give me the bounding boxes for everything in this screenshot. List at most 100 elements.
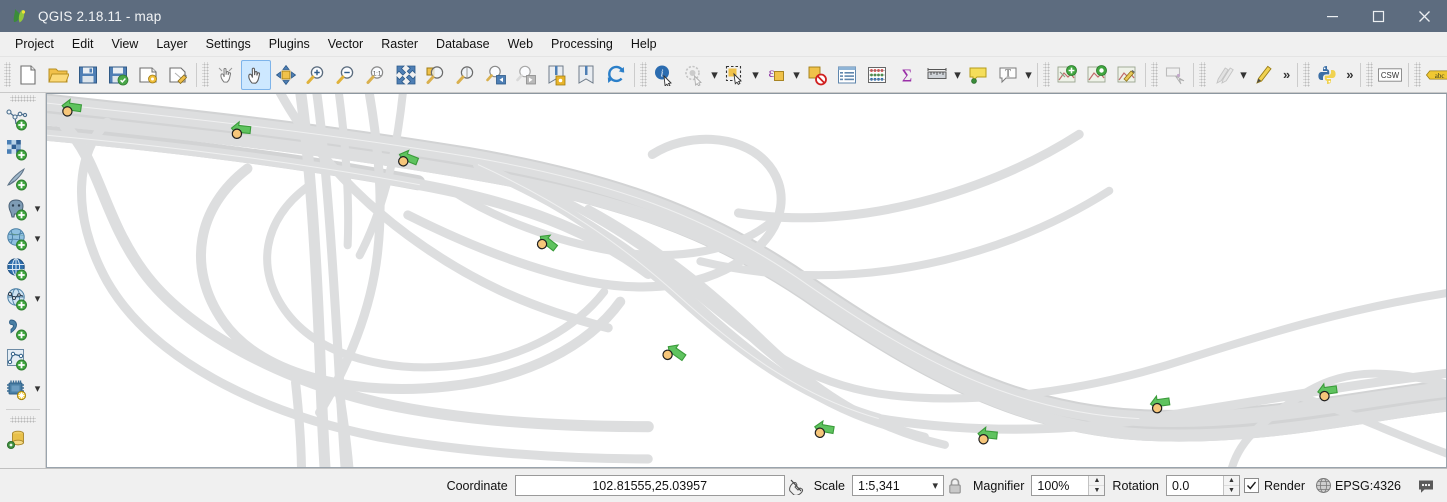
magnifier-stepper[interactable]: ▲ ▼ bbox=[1088, 476, 1105, 495]
menu-raster[interactable]: Raster bbox=[372, 34, 427, 54]
add-spatialite-layer-icon[interactable] bbox=[2, 224, 32, 254]
zoom-to-selection-icon[interactable] bbox=[421, 60, 451, 90]
open-project-icon[interactable] bbox=[43, 60, 73, 90]
message-log-icon[interactable] bbox=[1415, 475, 1437, 497]
new-bookmark-icon[interactable] bbox=[541, 60, 571, 90]
coordinate-extent-toggle-icon[interactable] bbox=[785, 475, 807, 497]
abc-label-icon[interactable]: abc bbox=[1423, 60, 1447, 90]
current-edits-icon[interactable] bbox=[1082, 60, 1112, 90]
composer-manager-icon[interactable] bbox=[163, 60, 193, 90]
menu-database[interactable]: Database bbox=[427, 34, 499, 54]
toggle-editing-icon[interactable] bbox=[1249, 60, 1279, 90]
menu-settings[interactable]: Settings bbox=[197, 34, 260, 54]
add-mesh-layer-icon[interactable] bbox=[2, 374, 32, 404]
add-wms-layer-icon[interactable] bbox=[2, 254, 32, 284]
sidebar-grip[interactable] bbox=[9, 95, 36, 102]
menu-project[interactable]: Project bbox=[6, 34, 63, 54]
stepper-up-icon[interactable]: ▲ bbox=[1089, 476, 1105, 486]
sidebar-item-add-postgis-layer[interactable]: ▾ bbox=[0, 194, 45, 224]
toolbar-grip-digitizing[interactable] bbox=[1199, 62, 1206, 87]
scale-lock-icon[interactable] bbox=[944, 475, 966, 497]
menu-processing[interactable]: Processing bbox=[542, 34, 622, 54]
toolbar-grip-label[interactable] bbox=[1414, 62, 1422, 87]
sidebar-item-add-mesh-layer[interactable]: ▾ bbox=[0, 374, 45, 404]
pan-map-icon[interactable] bbox=[241, 59, 271, 90]
touch-zoom-pan-icon[interactable] bbox=[211, 60, 241, 90]
text-annotation-dropdown[interactable]: ▾ bbox=[1023, 61, 1034, 89]
sidebar-item-add-virtual-layer[interactable] bbox=[0, 314, 45, 344]
refresh-icon[interactable] bbox=[601, 60, 631, 90]
select-features-icon[interactable] bbox=[720, 60, 750, 90]
add-postgis-layer-icon[interactable] bbox=[2, 194, 32, 224]
toolbar-grip-navigation[interactable] bbox=[202, 62, 209, 87]
map-tips-icon[interactable] bbox=[963, 60, 993, 90]
pan-to-selection-icon[interactable] bbox=[271, 60, 301, 90]
new-layer-icon[interactable] bbox=[1052, 60, 1082, 90]
zoom-out-icon[interactable] bbox=[331, 60, 361, 90]
zoom-next-icon[interactable] bbox=[511, 60, 541, 90]
zoom-full-icon[interactable] bbox=[391, 60, 421, 90]
toolbar-grip-plugins[interactable] bbox=[1303, 62, 1311, 87]
zoom-in-icon[interactable] bbox=[301, 60, 331, 90]
magnifier-spinbox[interactable]: 100% ▲ ▼ bbox=[1031, 475, 1106, 496]
save-project-icon[interactable] bbox=[73, 60, 103, 90]
show-bookmarks-icon[interactable] bbox=[571, 60, 601, 90]
scale-combo[interactable]: 1:5,341 ▾ bbox=[852, 475, 944, 496]
add-raster-layer-icon[interactable] bbox=[2, 134, 32, 164]
run-feature-action-dropdown[interactable]: ▾ bbox=[709, 61, 720, 89]
sidebar-item-add-delimited-text-layer[interactable] bbox=[0, 164, 45, 194]
save-project-as-icon[interactable] bbox=[103, 60, 133, 90]
statistical-summary-icon[interactable]: Σ bbox=[892, 60, 922, 90]
digitizing-overflow-icon[interactable]: » bbox=[1279, 67, 1294, 82]
render-checkbox[interactable]: Render bbox=[1240, 478, 1309, 493]
select-by-expression-icon[interactable]: ε bbox=[761, 60, 791, 90]
sidebar-item-add-raster-layer[interactable] bbox=[0, 134, 45, 164]
coordinate-input[interactable]: 102.81555,25.03957 bbox=[514, 475, 785, 496]
add-wfs-layer-icon[interactable] bbox=[2, 284, 32, 314]
plugins-overflow-icon[interactable]: » bbox=[1342, 67, 1357, 82]
sidebar-item-add-wfs-layer[interactable]: ▾ bbox=[0, 284, 45, 314]
sidebar-item-db-manager[interactable] bbox=[0, 425, 45, 455]
chevron-down-icon[interactable]: ▾ bbox=[32, 293, 44, 305]
field-calculator-icon[interactable] bbox=[862, 60, 892, 90]
menu-web[interactable]: Web bbox=[499, 34, 542, 54]
toolbar-grip-selection[interactable] bbox=[1151, 62, 1158, 87]
sidebar-item-add-vector-layer[interactable] bbox=[0, 104, 45, 134]
add-vector-layer-icon[interactable] bbox=[2, 104, 32, 134]
rotation-spinbox[interactable]: 0.0 ▲ ▼ bbox=[1165, 475, 1240, 496]
deselect-features-icon[interactable] bbox=[802, 60, 832, 90]
chevron-down-icon[interactable]: ▾ bbox=[32, 203, 44, 215]
digitizing-dropdown[interactable]: ▾ bbox=[1238, 61, 1249, 89]
menu-layer[interactable]: Layer bbox=[147, 34, 196, 54]
zoom-native-icon[interactable]: 1:1 bbox=[361, 60, 391, 90]
menu-help[interactable]: Help bbox=[622, 34, 666, 54]
crs-status[interactable]: EPSG:4326 bbox=[1309, 475, 1405, 497]
measure-line-icon[interactable] bbox=[922, 60, 952, 90]
zoom-to-layer-icon[interactable] bbox=[451, 60, 481, 90]
toolbar-grip-layer[interactable] bbox=[1043, 62, 1050, 87]
map-canvas[interactable] bbox=[46, 93, 1447, 468]
menu-edit[interactable]: Edit bbox=[63, 34, 103, 54]
chevron-down-icon[interactable]: ▾ bbox=[32, 233, 44, 245]
python-console-icon[interactable] bbox=[1312, 60, 1342, 90]
toolbar-grip-attributes[interactable] bbox=[640, 62, 647, 87]
open-attribute-table-icon[interactable] bbox=[832, 60, 862, 90]
new-project-icon[interactable] bbox=[13, 60, 43, 90]
rotation-stepper[interactable]: ▲ ▼ bbox=[1222, 476, 1239, 495]
new-shapefile-layer-icon[interactable] bbox=[2, 344, 32, 374]
sidebar-item-add-wms-layer[interactable] bbox=[0, 254, 45, 284]
add-delimited-text-layer-icon[interactable] bbox=[2, 164, 32, 194]
db-manager-icon[interactable] bbox=[2, 425, 32, 455]
chevron-down-icon[interactable]: ▾ bbox=[32, 383, 44, 395]
menu-plugins[interactable]: Plugins bbox=[260, 34, 319, 54]
add-virtual-layer-icon[interactable] bbox=[2, 314, 32, 344]
identify-features-icon[interactable]: i bbox=[649, 60, 679, 90]
pencils-icon[interactable] bbox=[1208, 60, 1238, 90]
sidebar-item-add-spatialite-layer[interactable]: ▾ bbox=[0, 224, 45, 254]
sidebar-grip-database[interactable] bbox=[9, 416, 36, 423]
toolbar-grip-metasearch[interactable] bbox=[1366, 62, 1374, 87]
zoom-last-icon[interactable] bbox=[481, 60, 511, 90]
stepper-down-icon[interactable]: ▼ bbox=[1223, 486, 1239, 495]
select-pointer-icon[interactable] bbox=[1160, 60, 1190, 90]
stepper-down-icon[interactable]: ▼ bbox=[1089, 486, 1105, 495]
